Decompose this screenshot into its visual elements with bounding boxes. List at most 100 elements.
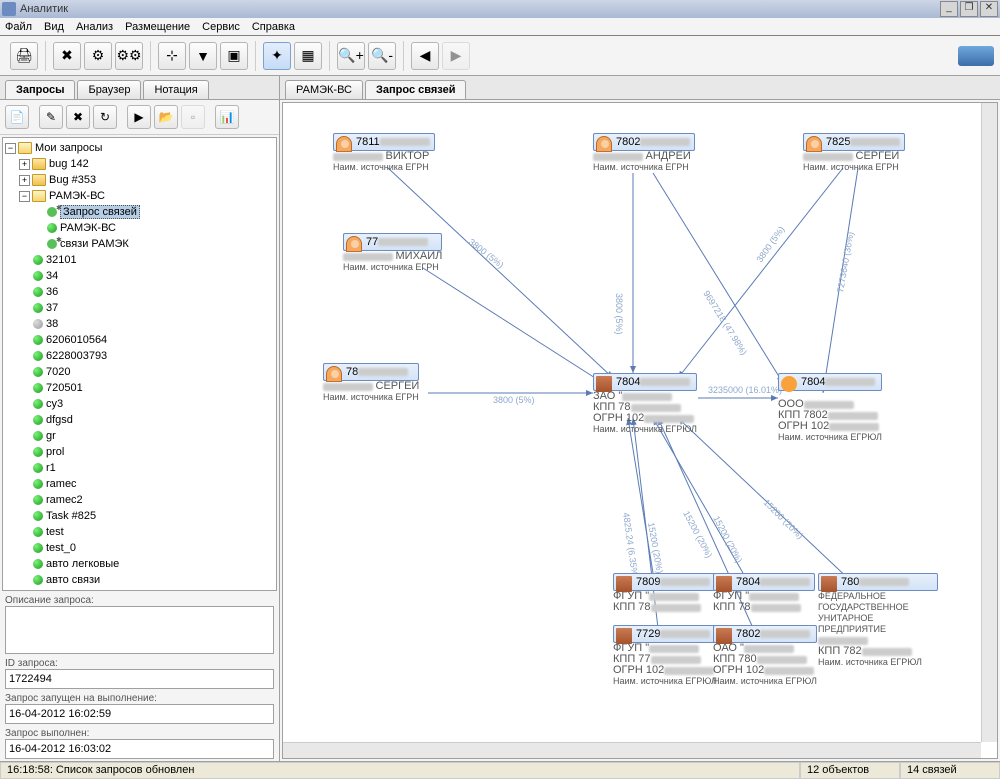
node-7802[interactable]: 7802 АНДРЕЙ Наим. источника ЕГРН: [593, 133, 695, 173]
tree-item[interactable]: test: [5, 524, 274, 540]
tree-item[interactable]: ramec2: [5, 492, 274, 508]
svg-text:15200 (20%): 15200 (20%): [762, 497, 806, 541]
tree-bug353[interactable]: Bug #353: [49, 174, 96, 186]
menu-service[interactable]: Сервис: [202, 21, 240, 33]
settings-button[interactable]: ⚙: [84, 42, 112, 70]
node-b7729[interactable]: 7729 ФГУП " КПП 77 ОГРН 102 Наим. источн…: [613, 625, 717, 687]
tree-ramek-svyazi[interactable]: связи РАМЭК: [60, 238, 129, 250]
menu-file[interactable]: Файл: [5, 21, 32, 33]
tab-browser[interactable]: Браузер: [77, 80, 141, 99]
tree-item[interactable]: ramec: [5, 476, 274, 492]
status-dot-icon: [33, 335, 43, 345]
status-message: 16:18:58: Список запросов обновлен: [0, 762, 800, 779]
started-value: 16-04-2012 16:02:59: [5, 704, 274, 724]
tab-links-request[interactable]: Запрос связей: [365, 80, 466, 99]
tab-requests[interactable]: Запросы: [5, 80, 75, 99]
horizontal-scrollbar[interactable]: [283, 742, 981, 758]
gears-button[interactable]: ⚙⚙: [115, 42, 143, 70]
tree-item[interactable]: авто связи: [5, 572, 274, 588]
description-box[interactable]: [5, 606, 274, 654]
description-label: Описание запроса:: [5, 595, 274, 606]
menu-analysis[interactable]: Анализ: [76, 21, 113, 33]
tree-item[interactable]: АФРИКАНОВИЧ: [5, 588, 274, 591]
node-7804-right[interactable]: 7804 ООО КПП 7802 ОГРН 102 Наим. источни…: [778, 373, 882, 443]
tree-item[interactable]: test_0: [5, 540, 274, 556]
tree-item-label: АФРИКАНОВИЧ: [46, 590, 129, 591]
close-button[interactable]: ✕: [980, 1, 998, 17]
tree-ramek-vc[interactable]: РАМЭК-ВС: [60, 222, 116, 234]
delete-button[interactable]: ✖: [66, 105, 90, 129]
tree-bug142[interactable]: bug 142: [49, 158, 89, 170]
status-dot-icon: [33, 351, 43, 361]
tree-item[interactable]: 720501: [5, 380, 274, 396]
node-7811[interactable]: 7811 ВИКТОР Наим. источника ЕГРН: [333, 133, 435, 173]
tree-item[interactable]: 36: [5, 284, 274, 300]
filter-button[interactable]: ▼: [189, 42, 217, 70]
print-button[interactable]: 🖨: [10, 42, 38, 70]
tree-item[interactable]: авто легковые: [5, 556, 274, 572]
tree-item[interactable]: r1: [5, 460, 274, 476]
status-objects: 12 объектов: [800, 762, 900, 779]
tree-root[interactable]: Мои запросы: [35, 142, 102, 154]
menu-layout[interactable]: Размещение: [125, 21, 190, 33]
node-b7802[interactable]: 7802 ОАО " КПП 780 ОГРН 102 Наим. источн…: [713, 625, 817, 687]
tree-ramek-links[interactable]: Запрос связей: [60, 205, 140, 219]
delete-selection-button[interactable]: ✖: [53, 42, 81, 70]
tree-item[interactable]: prol: [5, 444, 274, 460]
zoom-out-button[interactable]: 🔍-: [368, 42, 396, 70]
tree-item[interactable]: 32101: [5, 252, 274, 268]
svg-text:4825.24 (6.35%): 4825.24 (6.35%): [621, 512, 640, 579]
building-icon: [716, 576, 732, 592]
nav-back-button[interactable]: ◀: [411, 42, 439, 70]
building-icon: [616, 576, 632, 592]
person-icon: [346, 236, 362, 252]
layout1-button[interactable]: ✦: [263, 42, 291, 70]
node-7804-center[interactable]: 7804 ЗАО " КПП 78 ОГРН 102 Наим. источни…: [593, 373, 697, 435]
brand-logo: [958, 46, 994, 66]
tree-item[interactable]: 7020: [5, 364, 274, 380]
tree-item[interactable]: 6206010564: [5, 332, 274, 348]
minimize-button[interactable]: _: [940, 1, 958, 17]
node-7825[interactable]: 7825 СЕРГЕЙ Наим. источника ЕГРН: [803, 133, 905, 173]
edit-button[interactable]: ✎: [39, 105, 63, 129]
chart-button[interactable]: 📊: [215, 105, 239, 129]
zoom-in-button[interactable]: 🔍+: [337, 42, 365, 70]
tree-ramek[interactable]: РАМЭК-ВС: [49, 190, 105, 202]
new-button[interactable]: 📄: [5, 105, 29, 129]
run-button[interactable]: ▶: [127, 105, 151, 129]
tree-item-label: gr: [46, 430, 56, 442]
graph-button[interactable]: ⊹: [158, 42, 186, 70]
tree-item[interactable]: Task #825: [5, 508, 274, 524]
app-icon: [2, 2, 16, 16]
menubar: Файл Вид Анализ Размещение Сервис Справк…: [0, 18, 1000, 36]
group-button[interactable]: ▣: [220, 42, 248, 70]
refresh-button[interactable]: ↻: [93, 105, 117, 129]
node-77[interactable]: 77 МИХАИЛ Наим. источника ЕГРН: [343, 233, 442, 273]
node-b7809[interactable]: 7809 ФГУП " КПП 78: [613, 573, 715, 613]
tree-item[interactable]: 38: [5, 316, 274, 332]
maximize-button[interactable]: ❐: [960, 1, 978, 17]
status-dot-icon: [33, 431, 43, 441]
tab-notation[interactable]: Нотация: [143, 80, 208, 99]
grid-button[interactable]: ▦: [294, 42, 322, 70]
graph-canvas[interactable]: 3800 (5%) 3800 (5%) 9697218 (47.98%) 380…: [282, 102, 998, 759]
done-value: 16-04-2012 16:03:02: [5, 739, 274, 759]
request-tree[interactable]: −Мои запросы +bug 142 +Bug #353 −РАМЭК-В…: [2, 137, 277, 591]
node-b780[interactable]: 780 ФЕДЕРАЛЬНОЕ ГОСУДАРСТВЕННОЕ УНИТАРНО…: [818, 573, 938, 668]
tab-ramek-vc[interactable]: РАМЭК-ВС: [285, 80, 363, 99]
node-78[interactable]: 78 СЕРГЕЙ Наим. источника ЕГРН: [323, 363, 419, 403]
menu-view[interactable]: Вид: [44, 21, 64, 33]
tree-item[interactable]: dfgsd: [5, 412, 274, 428]
node-b7804[interactable]: 7804 ФГУП " КПП 78: [713, 573, 815, 613]
tree-item[interactable]: gr: [5, 428, 274, 444]
vertical-scrollbar[interactable]: [981, 103, 997, 742]
open-button[interactable]: 📂: [154, 105, 178, 129]
tree-item[interactable]: 37: [5, 300, 274, 316]
status-dot-icon: [33, 319, 43, 329]
tree-item[interactable]: cy3: [5, 396, 274, 412]
tree-item[interactable]: 6228003793: [5, 348, 274, 364]
svg-text:3800 (5%): 3800 (5%): [754, 224, 786, 264]
menu-help[interactable]: Справка: [252, 21, 295, 33]
tree-item[interactable]: 34: [5, 268, 274, 284]
status-dot-icon: [33, 479, 43, 489]
